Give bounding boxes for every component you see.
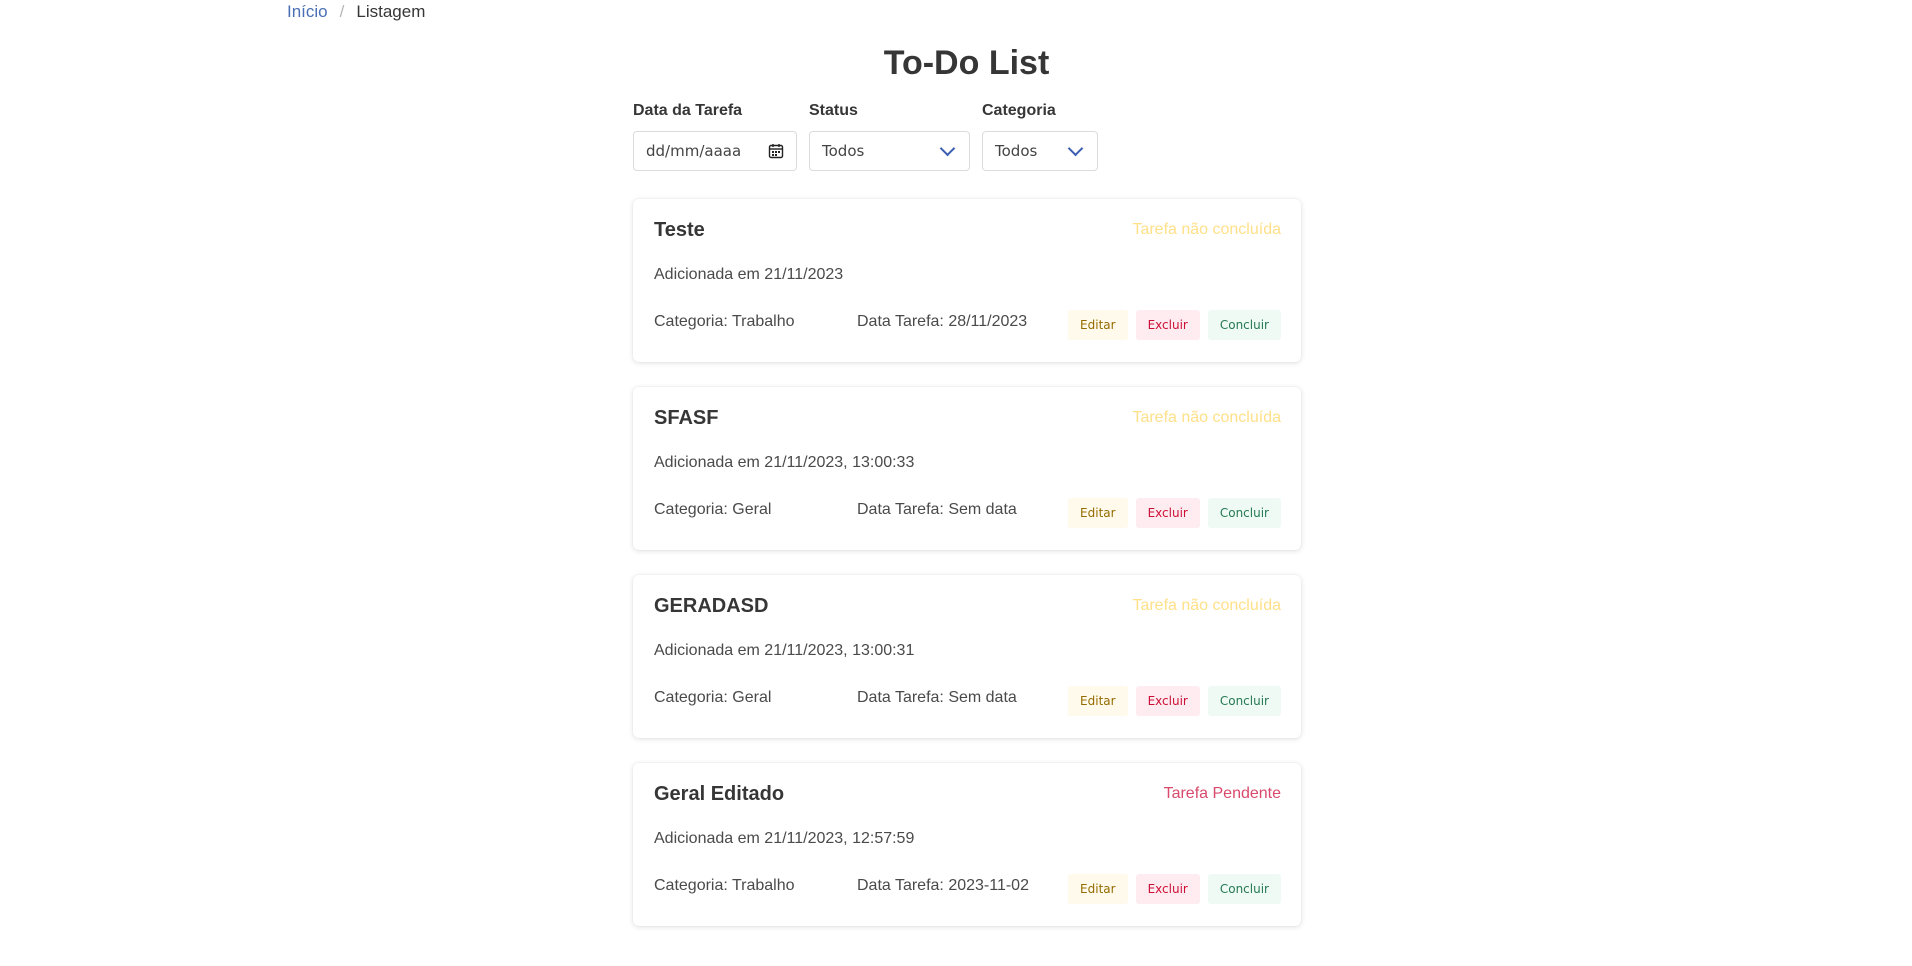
edit-button[interactable]: Editar [1068, 874, 1128, 904]
task-card: SFASF Tarefa não concluída Adicionada em… [633, 387, 1301, 550]
task-added-date: Adicionada em 21/11/2023, 13:00:33 [654, 454, 915, 471]
complete-button[interactable]: Concluir [1207, 310, 1281, 340]
task-status: Tarefa Pendente [1163, 785, 1281, 802]
task-category: Categoria: Trabalho [654, 313, 795, 330]
delete-button[interactable]: Excluir [1135, 874, 1200, 904]
task-status: Tarefa não concluída [1132, 597, 1281, 614]
task-category: Categoria: Geral [654, 501, 772, 518]
task-card: Geral Editado Tarefa Pendente Adicionada… [633, 763, 1301, 926]
task-added-date: Adicionada em 21/11/2023, 12:57:59 [654, 830, 915, 847]
task-title: GERADASD [654, 595, 769, 617]
task-status: Tarefa não concluída [1132, 221, 1281, 238]
task-actions: Editar Excluir Concluir [1068, 498, 1281, 528]
filter-category-label: Categoria [982, 102, 1056, 119]
task-added-date: Adicionada em 21/11/2023 [654, 266, 844, 283]
task-actions: Editar Excluir Concluir [1068, 686, 1281, 716]
delete-button[interactable]: Excluir [1135, 498, 1200, 528]
category-select[interactable]: Todos [982, 131, 1098, 171]
task-date: Data Tarefa: Sem data [857, 689, 1017, 706]
page-title: To-Do List [883, 44, 1050, 82]
calendar-icon[interactable] [768, 143, 784, 159]
filter-date-label: Data da Tarefa [633, 102, 743, 119]
task-actions: Editar Excluir Concluir [1068, 874, 1281, 904]
task-list: Teste Tarefa não concluída Adicionada em… [633, 199, 1301, 951]
filters-bar: Data da Tarefa dd/mm/aaaa Status Todos C… [633, 102, 1098, 171]
breadcrumb-home-link[interactable]: Início [287, 2, 328, 22]
breadcrumb-separator: / [339, 2, 345, 21]
task-date: Data Tarefa: 28/11/2023 [857, 313, 1028, 330]
chevron-down-icon [1067, 140, 1084, 157]
complete-button[interactable]: Concluir [1207, 686, 1281, 716]
status-select-value: Todos [822, 142, 865, 160]
chevron-down-icon [939, 140, 956, 157]
filter-status: Status Todos [809, 102, 970, 171]
category-select-value: Todos [995, 142, 1038, 160]
delete-button[interactable]: Excluir [1135, 310, 1200, 340]
task-status: Tarefa não concluída [1132, 409, 1281, 426]
breadcrumb: Início / Listagem [287, 2, 425, 22]
task-card: GERADASD Tarefa não concluída Adicionada… [633, 575, 1301, 738]
task-category: Categoria: Trabalho [654, 877, 795, 894]
task-date: Data Tarefa: 2023-11-02 [857, 877, 1029, 894]
task-title: Geral Editado [654, 783, 785, 805]
complete-button[interactable]: Concluir [1207, 498, 1281, 528]
edit-button[interactable]: Editar [1068, 686, 1128, 716]
task-date: Data Tarefa: Sem data [857, 501, 1017, 518]
task-card: Teste Tarefa não concluída Adicionada em… [633, 199, 1301, 362]
date-input-placeholder: dd/mm/aaaa [646, 142, 742, 160]
task-category: Categoria: Geral [654, 689, 772, 706]
complete-button[interactable]: Concluir [1207, 874, 1281, 904]
task-actions: Editar Excluir Concluir [1068, 310, 1281, 340]
status-select[interactable]: Todos [809, 131, 970, 171]
filter-date: Data da Tarefa dd/mm/aaaa [633, 102, 797, 171]
edit-button[interactable]: Editar [1068, 498, 1128, 528]
filter-category: Categoria Todos [982, 102, 1098, 171]
delete-button[interactable]: Excluir [1135, 686, 1200, 716]
breadcrumb-current: Listagem [356, 2, 426, 21]
edit-button[interactable]: Editar [1068, 310, 1128, 340]
date-input[interactable]: dd/mm/aaaa [633, 131, 797, 171]
task-title: Teste [654, 219, 705, 241]
task-title: SFASF [654, 407, 719, 429]
task-added-date: Adicionada em 21/11/2023, 13:00:31 [654, 642, 915, 659]
filter-status-label: Status [809, 102, 858, 119]
